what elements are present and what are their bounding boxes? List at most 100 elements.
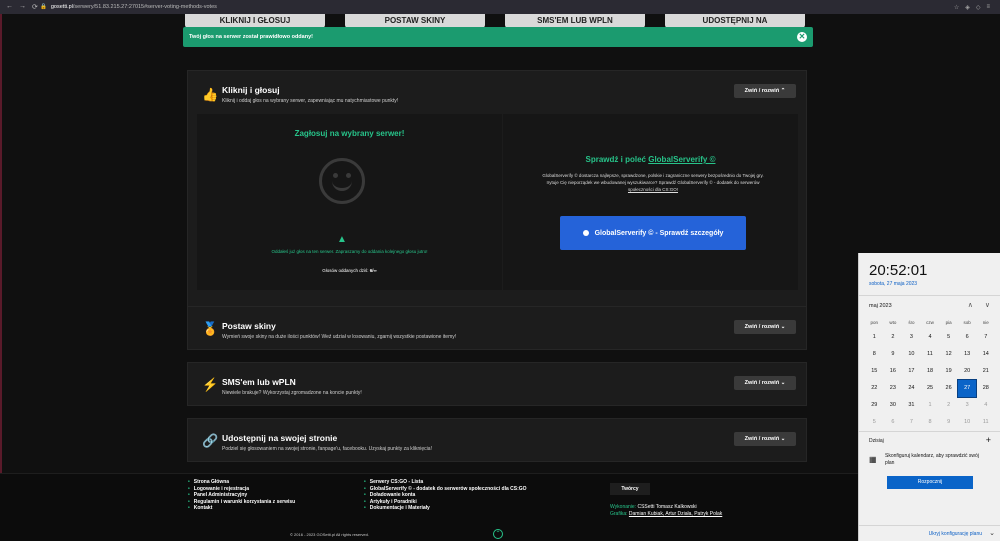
- day-cell-today[interactable]: 27: [956, 379, 978, 398]
- day-cell[interactable]: 7: [902, 414, 921, 431]
- day-cell[interactable]: 22: [865, 380, 884, 397]
- day-cell[interactable]: 16: [884, 363, 903, 380]
- graphics-value: Damian Kubiak, Artur Działa, Patryk Pola…: [628, 511, 723, 517]
- address-bar[interactable]: 🔒 gosetti.pl/serwery/51.83.215.27:27015#…: [40, 4, 954, 10]
- toggle-button[interactable]: Zwiń / rozwiń ⌄: [734, 376, 796, 390]
- add-event-icon[interactable]: +: [986, 435, 991, 445]
- back-icon[interactable]: ←: [6, 3, 13, 11]
- weekday: nie: [982, 320, 989, 325]
- weekday-row: pon wto śro czw pia sob nie: [865, 317, 995, 329]
- day-cell[interactable]: 4: [976, 397, 995, 414]
- footer-link-contact[interactable]: Kontakt: [188, 505, 295, 512]
- puzzle-icon[interactable]: ◇: [976, 4, 981, 11]
- day-cell[interactable]: 3: [902, 329, 921, 346]
- day-cell[interactable]: 29: [865, 397, 884, 414]
- day-cell[interactable]: 24: [902, 380, 921, 397]
- day-cell[interactable]: 18: [921, 363, 940, 380]
- day-cell[interactable]: 26: [939, 380, 958, 397]
- method-button-vote[interactable]: KLIKNIJ I GŁOSUJ: [185, 14, 325, 28]
- day-cell[interactable]: 13: [958, 346, 977, 363]
- credits: Wykonanie: CSSetti Tomasz Kalkowski Graf…: [610, 504, 722, 518]
- week-row: 15 16 17 18 19 20 21: [865, 363, 995, 380]
- circle-icon: [582, 230, 589, 236]
- toggle-button[interactable]: Zwiń / rozwiń ⌄: [734, 320, 796, 334]
- creators-heading: Twórcy: [610, 483, 650, 495]
- day-cell[interactable]: 5: [939, 329, 958, 346]
- day-cell[interactable]: 3: [958, 397, 977, 414]
- scroll-top-button[interactable]: ⌃: [493, 529, 503, 539]
- shield-icon[interactable]: ◈: [965, 4, 970, 11]
- divider: [859, 295, 1000, 296]
- day-cell[interactable]: 4: [921, 329, 940, 346]
- gs-title-link[interactable]: GlobalServerify ©: [648, 155, 715, 164]
- divider: [859, 525, 1000, 526]
- day-cell[interactable]: 9: [884, 346, 903, 363]
- forward-icon[interactable]: →: [19, 3, 26, 11]
- gs-body-line1: GlobalServerify © dostarcza najlepsze, s…: [542, 173, 764, 178]
- day-cell[interactable]: 6: [884, 414, 903, 431]
- day-cell[interactable]: 7: [976, 329, 995, 346]
- day-cell[interactable]: 21: [976, 363, 995, 380]
- day-cell[interactable]: 10: [958, 414, 977, 431]
- day-cell[interactable]: 1: [865, 329, 884, 346]
- chevron-up-icon[interactable]: ∧: [968, 301, 973, 309]
- url-path: /serwery/51.83.215.27:27015#server-votin…: [72, 4, 217, 10]
- clock-date[interactable]: sobota, 27 maja 2023: [869, 281, 917, 287]
- day-cell[interactable]: 31: [902, 397, 921, 414]
- day-cell[interactable]: 9: [939, 414, 958, 431]
- day-cell[interactable]: 2: [939, 397, 958, 414]
- day-cell[interactable]: 25: [921, 380, 940, 397]
- gs-body-line3: społeczności dla CS:GO!: [627, 187, 679, 192]
- start-button[interactable]: Rozpocznij: [887, 476, 973, 489]
- footer-link-docs[interactable]: Dokumentacje i Materiały: [364, 505, 527, 512]
- hide-plan-link[interactable]: Ukryj konfigurację planu: [929, 531, 982, 537]
- day-cell[interactable]: 19: [939, 363, 958, 380]
- day-cell[interactable]: 8: [921, 414, 940, 431]
- thumbs-up-icon: 👍: [202, 87, 219, 102]
- weekday: śro: [908, 320, 915, 325]
- day-cell[interactable]: 17: [902, 363, 921, 380]
- reload-icon[interactable]: ⟳: [32, 3, 38, 11]
- calendar-month[interactable]: maj 2023: [869, 303, 892, 309]
- method-button-share[interactable]: UDOSTĘPNIJ NA: [665, 14, 805, 28]
- success-toast: Twój głos na serwer został prawidłowo od…: [183, 27, 813, 47]
- gs-title: Sprawdź i poleć GlobalServerify ©: [503, 155, 798, 164]
- star-icon[interactable]: ☆: [954, 4, 959, 11]
- browser-nav: ← → ⟳: [0, 3, 40, 11]
- chevron-down-icon[interactable]: ∨: [985, 301, 990, 309]
- week-row: 5 6 7 8 9 10 11: [865, 414, 995, 431]
- method-button-skins[interactable]: POSTAW SKINY: [345, 14, 485, 28]
- day-cell[interactable]: 23: [884, 380, 903, 397]
- left-edge: [0, 14, 2, 541]
- browser-extensions: ☆ ◈ ◇ ≡: [954, 4, 1000, 11]
- vote-count-label: Głosów oddanych dziś:: [322, 268, 369, 273]
- share-card: 🔗 Udostępnij na swojej stronie Podziel s…: [187, 418, 807, 462]
- close-icon[interactable]: ✕: [797, 32, 807, 42]
- day-cell[interactable]: 12: [939, 346, 958, 363]
- browser-toolbar: ← → ⟳ 🔒 gosetti.pl/serwery/51.83.215.27:…: [0, 0, 1000, 14]
- day-cell[interactable]: 10: [902, 346, 921, 363]
- vote-count-value: 6/∞: [369, 268, 377, 273]
- day-cell[interactable]: 1: [921, 397, 940, 414]
- day-cell[interactable]: 11: [976, 414, 995, 431]
- today-label: Dzisiaj: [869, 438, 884, 444]
- day-cell[interactable]: 28: [976, 380, 995, 397]
- day-cell[interactable]: 5: [865, 414, 884, 431]
- toggle-button[interactable]: Zwiń / rozwiń ⌄: [734, 432, 796, 446]
- day-cell[interactable]: 6: [958, 329, 977, 346]
- day-cell[interactable]: 20: [958, 363, 977, 380]
- day-cell[interactable]: 8: [865, 346, 884, 363]
- gs-body-line2: Irytuje Cię nieporządek we wbudowanej wy…: [546, 180, 760, 185]
- chevron-down-icon[interactable]: ⌄: [989, 529, 995, 537]
- day-cell[interactable]: 30: [884, 397, 903, 414]
- month-nav: ∧ ∨: [968, 301, 990, 309]
- divider: [859, 431, 1000, 432]
- toggle-button[interactable]: Zwiń / rozwiń ⌃: [734, 84, 796, 98]
- day-cell[interactable]: 11: [921, 346, 940, 363]
- day-cell[interactable]: 15: [865, 363, 884, 380]
- method-button-sms[interactable]: SMS'EM LUB WPLN: [505, 14, 645, 28]
- menu-icon[interactable]: ≡: [986, 4, 990, 11]
- day-cell[interactable]: 2: [884, 329, 903, 346]
- day-cell[interactable]: 14: [976, 346, 995, 363]
- gs-details-button[interactable]: GlobalServerify © - Sprawdź szczegóły: [560, 216, 746, 250]
